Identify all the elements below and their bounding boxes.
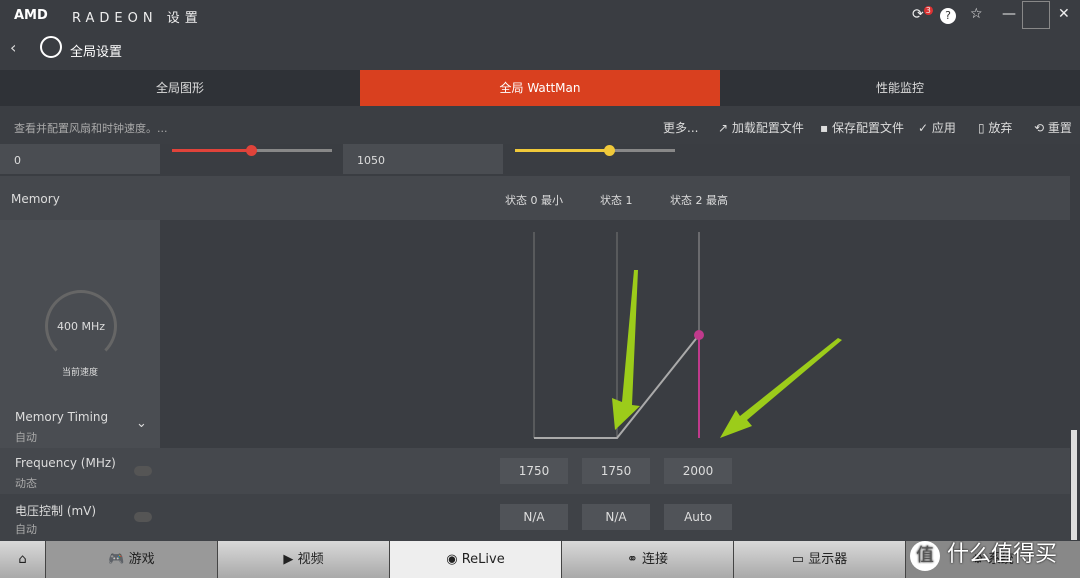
reset-label: 重置 bbox=[1047, 121, 1072, 135]
nav-label: 连接 bbox=[642, 552, 669, 567]
right-value-box: 1050 bbox=[343, 144, 503, 174]
voltage-mode: 自动 bbox=[15, 523, 37, 536]
nav-relive[interactable]: ◉ ReLive bbox=[389, 541, 561, 578]
memory-timing-dropdown[interactable]: Memory Timing 自动 ⌄ bbox=[0, 404, 160, 448]
nav-label: 视频 bbox=[297, 552, 324, 567]
reset-button[interactable]: ⟲ 重置 bbox=[1034, 119, 1072, 136]
update-icon[interactable]: ⟳ 3 bbox=[912, 6, 933, 23]
nav-label: 显示器 bbox=[808, 552, 848, 567]
slider-thumb[interactable] bbox=[246, 145, 257, 156]
nav-label: 游戏 bbox=[128, 552, 155, 567]
frequency-row: Frequency (MHz) 动态 1750 1750 2000 bbox=[0, 448, 1070, 494]
scrollbar[interactable] bbox=[1071, 430, 1077, 540]
tab-global-wattman[interactable]: 全局 WattMan bbox=[360, 70, 720, 106]
watermark: 值 什么值得买 bbox=[910, 536, 1057, 571]
home-button[interactable]: ⌂ bbox=[0, 541, 45, 578]
gauge-value: 400 MHz bbox=[57, 320, 106, 333]
amd-logo: AMD bbox=[14, 8, 48, 23]
timing-label: Memory Timing bbox=[15, 410, 109, 424]
chevron-down-icon: ⌄ bbox=[136, 416, 147, 431]
state-1-voltage[interactable]: N/A bbox=[582, 504, 650, 530]
apply-button[interactable]: ✓ 应用 bbox=[918, 119, 956, 136]
gauge-panel: 400 MHz 当前速度 bbox=[0, 220, 160, 404]
nav-video[interactable]: ▶ 视频 bbox=[217, 541, 389, 578]
state-2-voltage[interactable]: Auto bbox=[664, 504, 732, 530]
toolbar: 查看并配置风扇和时钟速度。... 更多... ↗ 加载配置文件 ▪ 保存配置文件… bbox=[0, 106, 1080, 144]
left-value: 0 bbox=[14, 154, 21, 167]
nav-label: ReLive bbox=[461, 552, 505, 567]
gauge-label: 当前速度 bbox=[62, 368, 99, 378]
state-0-frequency[interactable]: 1750 bbox=[500, 458, 568, 484]
star-icon[interactable]: ☆ bbox=[970, 6, 983, 22]
save-profile-button[interactable]: ▪ 保存配置文件 bbox=[820, 119, 904, 136]
globe-icon bbox=[40, 36, 62, 58]
app-title: RADEON 设置 bbox=[72, 11, 203, 26]
maximize-button[interactable] bbox=[1022, 1, 1050, 29]
frequency-label: Frequency (MHz) bbox=[15, 456, 116, 470]
more-button[interactable]: 更多... bbox=[663, 119, 698, 136]
memory-curve-chart bbox=[533, 232, 842, 439]
notification-badge: 3 bbox=[923, 6, 933, 15]
description: 查看并配置风扇和时钟速度。... bbox=[14, 122, 168, 135]
state-2-frequency[interactable]: 2000 bbox=[664, 458, 732, 484]
voltage-toggle[interactable] bbox=[134, 512, 152, 522]
timing-value: 自动 bbox=[15, 431, 37, 444]
close-button[interactable]: ✕ bbox=[1058, 6, 1070, 22]
right-value: 1050 bbox=[357, 154, 385, 167]
state-0-label: 状态 0 最小 bbox=[505, 194, 563, 207]
state-0-voltage[interactable]: N/A bbox=[500, 504, 568, 530]
memory-header: Memory 状态 0 最小 状态 1 状态 2 最高 bbox=[0, 176, 1070, 220]
apply-label: 应用 bbox=[931, 121, 956, 135]
state-2-point bbox=[694, 330, 704, 340]
voltage-row: 电压控制 (mV) 自动 N/A N/A Auto bbox=[0, 494, 1070, 541]
watermark-text: 什么值得买 bbox=[947, 542, 1058, 567]
tab-bar: 全局图形 全局 WattMan 性能监控 bbox=[0, 70, 1080, 106]
left-value-box: 0 bbox=[0, 144, 160, 174]
minimize-button[interactable]: — bbox=[1002, 6, 1016, 22]
arrow-annotation-2 bbox=[720, 338, 842, 438]
load-profile-button[interactable]: ↗ 加载配置文件 bbox=[718, 119, 804, 136]
help-icon[interactable]: ? bbox=[940, 8, 956, 24]
frequency-mode: 动态 bbox=[15, 477, 37, 490]
arrow-annotation-1 bbox=[612, 270, 640, 430]
save-label: 保存配置文件 bbox=[831, 121, 904, 135]
title-bar: AMD RADEON 设置 ⟳ 3 ? ☆ — ✕ bbox=[0, 0, 1080, 32]
load-label: 加载配置文件 bbox=[731, 121, 804, 135]
slider-thumb[interactable] bbox=[604, 145, 615, 156]
nav-gaming[interactable]: 🎮 游戏 bbox=[45, 541, 217, 578]
discard-button[interactable]: ▯ 放弃 bbox=[978, 119, 1012, 136]
watermark-logo-icon: 值 bbox=[910, 541, 940, 571]
tab-performance-monitor[interactable]: 性能监控 bbox=[720, 70, 1080, 106]
power-slider[interactable] bbox=[172, 145, 332, 156]
state-2-label: 状态 2 最高 bbox=[670, 194, 728, 207]
temp-slider[interactable] bbox=[515, 145, 675, 156]
memory-label: Memory bbox=[11, 192, 60, 206]
tab-global-graphics[interactable]: 全局图形 bbox=[0, 70, 360, 106]
frequency-toggle[interactable] bbox=[134, 466, 152, 476]
nav-connect[interactable]: ⚭ 连接 bbox=[561, 541, 733, 578]
back-icon[interactable]: ‹ bbox=[10, 38, 16, 57]
discard-label: 放弃 bbox=[988, 121, 1013, 135]
page-title: 全局设置 bbox=[70, 45, 123, 60]
state-1-frequency[interactable]: 1750 bbox=[582, 458, 650, 484]
voltage-label: 电压控制 (mV) bbox=[15, 504, 97, 518]
nav-display[interactable]: ▭ 显示器 bbox=[733, 541, 905, 578]
state-1-label: 状态 1 bbox=[600, 194, 633, 207]
annotation-arrows bbox=[612, 270, 842, 438]
